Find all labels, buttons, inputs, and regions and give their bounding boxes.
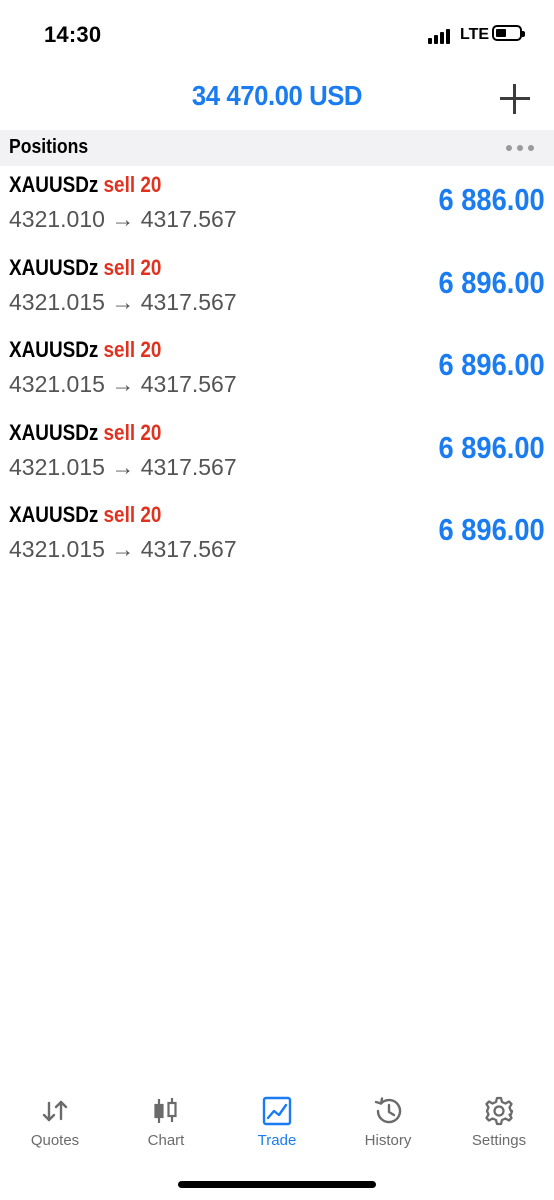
status-time: 14:30	[44, 22, 102, 47]
position-prices: 4321.015 → 4317.567	[9, 536, 237, 562]
network-label: LTE	[460, 26, 490, 43]
position-prices: 4321.015 → 4317.567	[9, 453, 237, 480]
position-profit: 6 896.00	[438, 512, 545, 547]
position-side: sell 20	[103, 254, 162, 280]
tab-history[interactable]: History	[333, 1080, 443, 1149]
tab-label: History	[364, 1132, 412, 1149]
positions-list: XAUUSDz sell 20 4321.010 → 4317.567 6 886…	[0, 168, 554, 581]
position-profit: 6 896.00	[438, 347, 545, 382]
position-row[interactable]: XAUUSDz sell 20 4321.010 → 4317.567 6 886…	[0, 168, 554, 251]
tab-label: Settings	[471, 1132, 527, 1149]
position-prices: 4321.015 → 4317.567	[9, 288, 237, 315]
home-indicator[interactable]	[178, 1181, 376, 1188]
signal-icon	[428, 28, 454, 44]
position-profit: 6 896.00	[438, 264, 545, 300]
tab-bar: Quotes Chart Trade History Settings	[0, 1080, 554, 1170]
position-prices: 4321.015 → 4317.567	[9, 371, 237, 397]
battery-icon	[492, 25, 525, 41]
position-side: sell 20	[103, 337, 162, 362]
position-profit: 6 886.00	[438, 182, 545, 217]
tab-settings[interactable]: Settings	[444, 1080, 554, 1149]
quotes-icon	[42, 1100, 68, 1122]
position-symbol: XAUUSDz	[9, 419, 99, 445]
more-icon[interactable]	[506, 145, 534, 151]
position-symbol: XAUUSDz	[9, 502, 99, 527]
tab-label: Chart	[147, 1132, 185, 1149]
new-order-button[interactable]	[500, 84, 530, 114]
position-row[interactable]: XAUUSDz sell 20 4321.015 → 4317.567 6 896…	[0, 498, 554, 581]
position-symbol: XAUUSDz	[9, 254, 99, 280]
section-title: Positions	[9, 136, 89, 158]
positions-section-header: Positions	[0, 130, 554, 166]
header: 34 470.00 USD	[0, 72, 554, 128]
position-profit: 6 896.00	[438, 429, 545, 465]
position-symbol: XAUUSDz	[9, 172, 99, 197]
position-side: sell 20	[103, 172, 162, 197]
tab-quotes[interactable]: Quotes	[0, 1080, 110, 1149]
position-side: sell 20	[103, 419, 162, 445]
position-row[interactable]: XAUUSDz sell 20 4321.015 → 4317.567 6 896…	[0, 251, 554, 334]
chart-icon	[154, 1098, 177, 1123]
position-side: sell 20	[103, 502, 162, 527]
tab-chart[interactable]: Chart	[111, 1080, 221, 1149]
history-icon	[374, 1097, 402, 1124]
settings-icon	[485, 1096, 514, 1126]
position-prices: 4321.010 → 4317.567	[9, 206, 237, 232]
position-row[interactable]: XAUUSDz sell 20 4321.015 → 4317.567 6 896…	[0, 416, 554, 499]
status-bar: 14:30 LTE	[0, 0, 554, 70]
tab-label: Trade	[257, 1132, 297, 1149]
position-row[interactable]: XAUUSDz sell 20 4321.015 → 4317.567 6 896…	[0, 333, 554, 416]
trade-icon	[262, 1096, 292, 1126]
tab-trade[interactable]: Trade	[222, 1080, 332, 1149]
position-symbol: XAUUSDz	[9, 337, 99, 362]
account-balance[interactable]: 34 470.00 USD	[22, 80, 532, 112]
tab-label: Quotes	[30, 1132, 80, 1149]
